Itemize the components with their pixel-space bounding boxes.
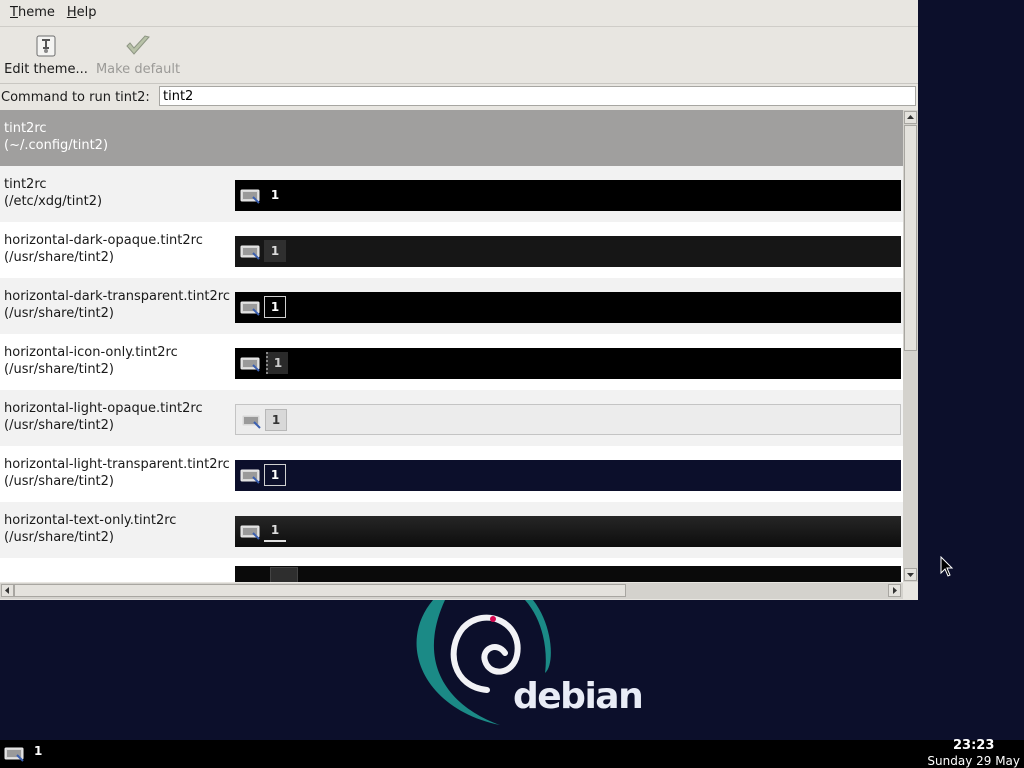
theme-file: horizontal-dark-opaque.tint2rc [4, 233, 203, 248]
edit-theme-icon [36, 35, 56, 57]
panel-preview: 1 [235, 460, 901, 491]
theme-row[interactable]: horizontal-text-only.tint2rc (/usr/share/… [0, 502, 903, 558]
theme-name: horizontal-text-only.tint2rc (/usr/share/… [4, 512, 176, 546]
scroll-up-arrow-icon[interactable] [904, 111, 917, 124]
preview-workspace-number: 1 [264, 520, 286, 542]
theme-row[interactable]: horizontal-dark-opaque.tint2rc (/usr/shar… [0, 222, 903, 278]
command-label: Command to run tint2: [1, 89, 150, 105]
theme-file: tint2rc [4, 121, 47, 136]
toolbar: Edit theme... Make default [0, 27, 918, 84]
theme-list: tint2rc (~/.config/tint2) tint2rc (/etc/xdg… [0, 110, 903, 582]
theme-path: (/usr/share/tint2) [4, 250, 114, 265]
theme-row[interactable]: horizontal-light-transparent.tint2rc (/us… [0, 446, 903, 502]
theme-name: horizontal-light-transparent.tint2rc (/us… [4, 456, 230, 490]
theme-file: horizontal-light-opaque.tint2rc [4, 401, 203, 416]
theme-name: horizontal-light-opaque.tint2rc (/usr/sha… [4, 400, 203, 434]
preview-workspace-number: 1 [264, 184, 286, 206]
panel-preview: 1 [235, 292, 901, 323]
panel-clock[interactable]: 23:23 Sunday 29 May [927, 738, 1020, 768]
clock-time: 23:23 [953, 738, 995, 753]
preview-workspace-number: 1 [266, 352, 288, 374]
theme-name: horizontal-dark-transparent.tint2rc (/usr… [4, 288, 230, 322]
panel-preview: 1 [235, 516, 901, 547]
mouse-cursor-icon [940, 556, 954, 577]
clock-date: Sunday 29 May [927, 754, 1020, 768]
panel-preview: 1 [235, 180, 901, 211]
horizontal-scroll-thumb[interactable] [14, 584, 626, 597]
edit-theme-button[interactable]: Edit theme... [0, 27, 92, 83]
theme-file: tint2rc [4, 177, 47, 192]
terminal-icon [240, 524, 262, 544]
vertical-scroll-thumb[interactable] [904, 125, 917, 351]
preview-workspace-number: 1 [264, 240, 286, 262]
command-input[interactable] [159, 86, 916, 106]
theme-path: (/usr/share/tint2) [4, 362, 114, 377]
make-default-button[interactable]: Make default [92, 27, 184, 83]
terminal-icon [240, 300, 262, 320]
theme-path: (/usr/share/tint2) [4, 418, 114, 433]
terminal-icon [241, 413, 263, 433]
theme-file: horizontal-light-transparent.tint2rc [4, 457, 230, 472]
bottom-panel: 1 23:23 Sunday 29 May [0, 738, 1024, 768]
theme-row[interactable]: tint2rc (~/.config/tint2) [0, 110, 903, 166]
tint2-settings-window: Theme Help Edit theme... Make default Co… [0, 0, 918, 600]
preview-workspace-number: 1 [264, 296, 286, 318]
terminal-icon[interactable] [4, 746, 26, 762]
panel-preview: 1 [235, 236, 901, 267]
terminal-icon [240, 468, 262, 488]
theme-path: (/usr/share/tint2) [4, 306, 114, 321]
menu-theme[interactable]: Theme [4, 0, 61, 26]
theme-row[interactable] [0, 566, 903, 582]
scroll-left-arrow-icon[interactable] [1, 584, 14, 597]
vertical-scrollbar[interactable] [903, 110, 918, 582]
scroll-right-arrow-icon[interactable] [888, 584, 901, 597]
theme-path: (/usr/share/tint2) [4, 474, 114, 489]
theme-name: tint2rc (/etc/xdg/tint2) [4, 176, 102, 210]
theme-row[interactable]: horizontal-light-opaque.tint2rc (/usr/sha… [0, 390, 903, 446]
terminal-icon [240, 356, 262, 376]
terminal-icon [240, 188, 262, 208]
panel-preview: 1 [235, 404, 901, 435]
theme-path: (/usr/share/tint2) [4, 530, 114, 545]
terminal-icon [240, 244, 262, 264]
scrollbar-corner [903, 583, 918, 600]
theme-file: horizontal-text-only.tint2rc [4, 513, 177, 528]
preview-workspace-number: 1 [265, 409, 287, 431]
panel-workspace-number[interactable]: 1 [34, 744, 42, 758]
panel-preview [235, 566, 901, 582]
theme-row[interactable]: horizontal-dark-transparent.tint2rc (/usr… [0, 278, 903, 334]
theme-name: tint2rc (~/.config/tint2) [4, 120, 108, 154]
debian-logo-text: debian [513, 676, 644, 717]
theme-file: horizontal-dark-transparent.tint2rc [4, 289, 231, 304]
menu-help[interactable]: Help [61, 0, 103, 26]
horizontal-scrollbar[interactable] [0, 583, 903, 599]
theme-row[interactable]: horizontal-icon-only.tint2rc (/usr/share/… [0, 334, 903, 390]
theme-name: horizontal-icon-only.tint2rc (/usr/share/… [4, 344, 178, 378]
scroll-down-arrow-icon[interactable] [904, 568, 917, 581]
preview-workspace-number [270, 567, 298, 582]
theme-file: horizontal-icon-only.tint2rc [4, 345, 178, 360]
theme-name: horizontal-dark-opaque.tint2rc (/usr/shar… [4, 232, 203, 266]
theme-row[interactable]: tint2rc (/etc/xdg/tint2) 1 [0, 166, 903, 222]
theme-path: (~/.config/tint2) [4, 138, 109, 153]
menubar: Theme Help [0, 0, 918, 27]
theme-path: (/etc/xdg/tint2) [4, 194, 103, 209]
command-row: Command to run tint2: [0, 85, 918, 109]
checkmark-icon [126, 35, 150, 55]
panel-preview: 1 [235, 348, 901, 379]
preview-workspace-number: 1 [264, 464, 286, 486]
